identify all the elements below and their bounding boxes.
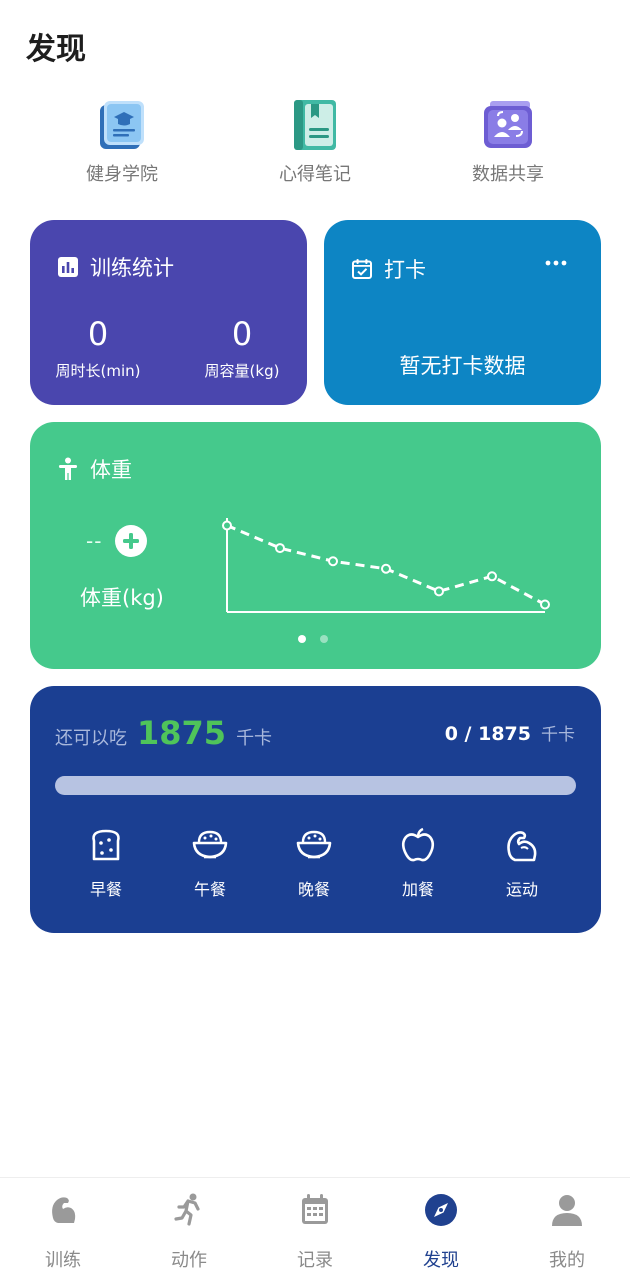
weight-title: 体重 (90, 458, 132, 482)
weekly-volume-label: 周容量(kg) (204, 362, 280, 380)
tab-profile[interactable]: 我的 (504, 1192, 630, 1272)
shortcut-notes[interactable]: 心得笔记 (235, 96, 395, 186)
checkin-card[interactable]: 打卡 暂无打卡数据 (324, 220, 601, 405)
meal-row: 早餐 午餐 晚餐 加餐 运动 (30, 826, 601, 906)
weight-value-row: -- (86, 524, 148, 558)
shortcut-label: 心得笔记 (279, 164, 351, 185)
shortcut-label: 健身学院 (86, 164, 158, 185)
remaining-unit: 千卡 (236, 728, 273, 749)
data-share-icon (480, 96, 536, 152)
meal-label: 午餐 (193, 880, 226, 899)
shortcut-data-share[interactable]: 数据共享 (428, 96, 588, 186)
weight-unit-label: 体重(kg) (80, 586, 164, 610)
add-weight-icon[interactable] (114, 524, 148, 558)
tab-label: 我的 (549, 1250, 585, 1271)
meal-breakfast[interactable]: 早餐 (54, 826, 158, 900)
weekly-duration-value: 0 (87, 315, 109, 353)
checkin-header: 打卡 (350, 254, 426, 284)
meal-exercise[interactable]: 运动 (470, 826, 574, 900)
tab-label: 训练 (45, 1250, 81, 1271)
tab-label: 动作 (171, 1250, 207, 1271)
calories-remaining: 还可以吃 1875 千卡 (55, 714, 272, 752)
calendar-icon (302, 1194, 328, 1224)
weight-trend-point (328, 556, 338, 567)
diet-card[interactable]: 还可以吃 1875 千卡 0 / 1875 千卡 早餐 午餐 晚餐 加餐 运动 (30, 686, 601, 933)
tab-label: 发现 (423, 1250, 459, 1271)
calories-consumed: 0 / 1875 千卡 (445, 720, 575, 745)
meal-dinner[interactable]: 晚餐 (262, 826, 366, 900)
weight-header: 体重 (56, 454, 132, 484)
person-icon (56, 457, 80, 481)
page-indicator (298, 635, 328, 643)
weekly-duration-label: 周时长(min) (55, 362, 141, 380)
weight-trend-point (487, 571, 497, 582)
tab-records[interactable]: 记录 (252, 1192, 378, 1272)
academy-book-icon (94, 96, 150, 152)
weight-trend-point (540, 599, 550, 610)
compass-icon (425, 1194, 457, 1226)
weight-trend-point (222, 520, 232, 531)
tab-training[interactable]: 训练 (0, 1192, 126, 1272)
notebook-icon (287, 96, 343, 152)
remaining-label: 还可以吃 (55, 728, 127, 749)
meal-snack[interactable]: 加餐 (366, 826, 470, 900)
calorie-progress-bar (55, 776, 576, 795)
weekly-volume-stat: 0 周容量(kg) (182, 316, 302, 381)
training-stats-header: 训练统计 (56, 252, 174, 282)
page-dot[interactable] (298, 635, 306, 643)
weight-card[interactable]: 体重 -- 体重(kg) (30, 422, 601, 669)
remaining-calories: 1875 (137, 714, 227, 752)
page-dot[interactable] (320, 635, 328, 643)
meal-label: 晚餐 (297, 880, 330, 899)
checkin-title: 打卡 (384, 258, 426, 282)
weight-trend-chart (222, 518, 550, 613)
shortcut-fitness-academy[interactable]: 健身学院 (42, 96, 202, 186)
training-stats-title: 训练统计 (90, 256, 174, 280)
rice-bowl-icon (192, 830, 228, 859)
calendar-check-icon (350, 257, 374, 281)
more-icon[interactable] (545, 258, 567, 268)
tab-label: 记录 (297, 1250, 333, 1271)
weight-trend-point (275, 543, 285, 554)
training-stats-card[interactable]: 训练统计 0 周时长(min) 0 周容量(kg) (30, 220, 307, 405)
bar-chart-icon (56, 255, 80, 279)
weekly-duration-stat: 0 周时长(min) (38, 316, 158, 381)
shortcut-label: 数据共享 (472, 164, 544, 185)
meal-label: 运动 (505, 880, 538, 899)
tab-discover[interactable]: 发现 (378, 1192, 504, 1272)
weight-trend-point (381, 563, 391, 574)
shortcut-row: 健身学院 心得笔记 数据共享 (0, 96, 630, 196)
meal-label: 加餐 (401, 880, 434, 899)
checkin-empty-text: 暂无打卡数据 (399, 354, 526, 378)
muscle-icon (507, 831, 537, 862)
toast-icon (92, 829, 120, 861)
rice-bowl-icon (296, 830, 332, 859)
consumed-unit: 千卡 (541, 725, 575, 745)
meal-label: 早餐 (89, 880, 122, 899)
weight-value: -- (86, 529, 103, 553)
running-icon (174, 1193, 200, 1226)
weight-trend-point (434, 586, 444, 597)
page-title: 发现 (26, 32, 86, 67)
weekly-volume-value: 0 (231, 315, 253, 353)
tab-exercises[interactable]: 动作 (126, 1192, 252, 1272)
bottom-tab-bar: 训练 动作 记录 发现 我的 (0, 1177, 630, 1280)
user-icon (552, 1195, 582, 1226)
training-icon (52, 1197, 76, 1223)
consumed-count: 0 / 1875 (444, 723, 531, 745)
apple-icon (401, 827, 435, 862)
meal-lunch[interactable]: 午餐 (158, 826, 262, 900)
